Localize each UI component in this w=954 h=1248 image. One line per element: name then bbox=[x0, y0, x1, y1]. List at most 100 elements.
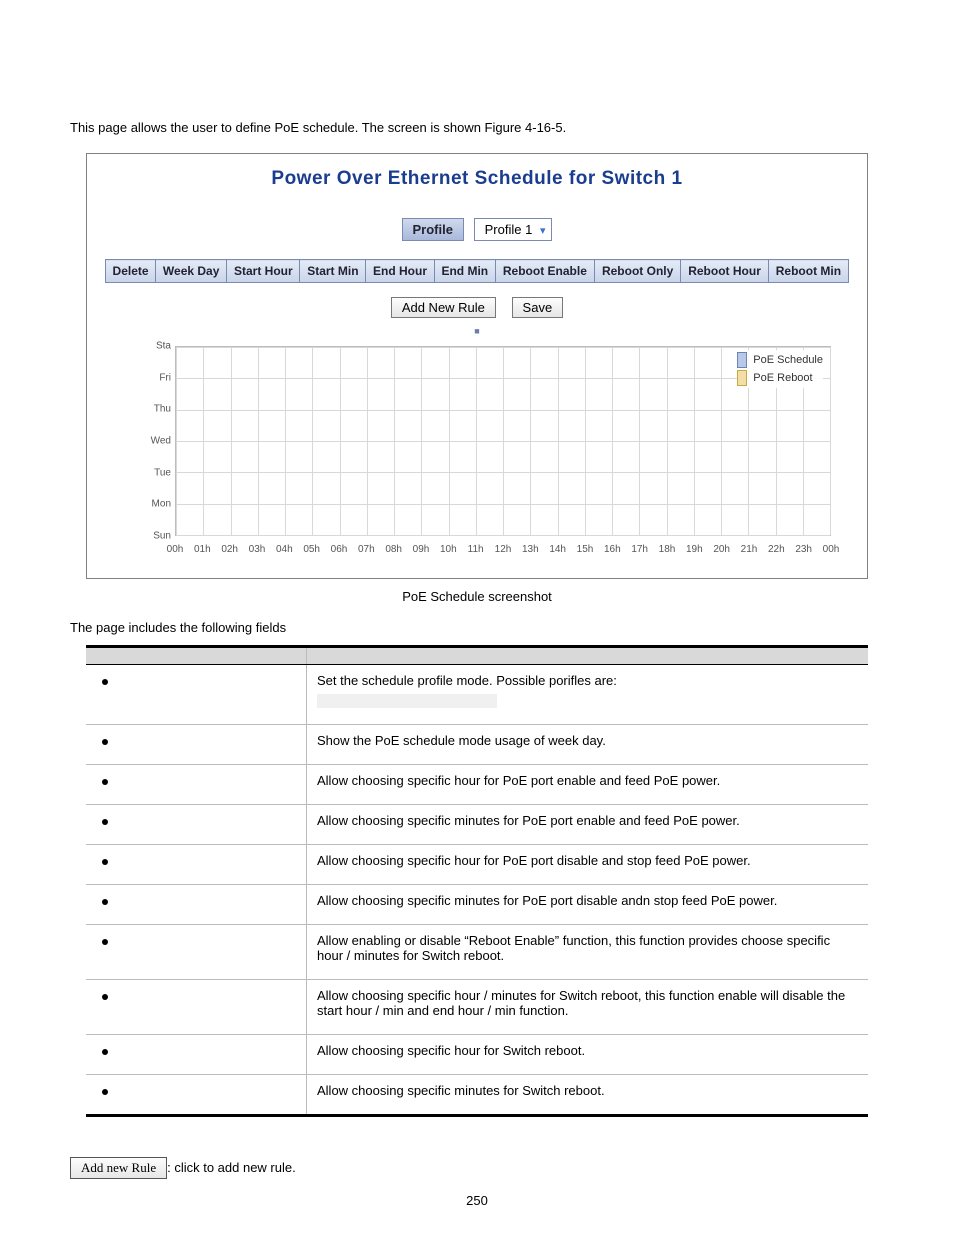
table-row: Allow enabling or disable “Reboot Enable… bbox=[86, 925, 868, 980]
x-tick: 20h bbox=[713, 544, 730, 555]
field-description: Show the PoE schedule mode usage of week… bbox=[317, 733, 858, 748]
x-tick: 19h bbox=[686, 544, 703, 555]
x-tick: 13h bbox=[522, 544, 539, 555]
x-tick: 08h bbox=[385, 544, 402, 555]
fields-intro: The page includes the following fields bbox=[70, 620, 884, 635]
column-header: Start Min bbox=[300, 260, 366, 283]
swatch-schedule-icon bbox=[737, 352, 747, 368]
profile-label: Profile bbox=[402, 218, 464, 241]
bullet-icon bbox=[102, 1049, 108, 1055]
x-tick: 11h bbox=[468, 544, 484, 555]
y-tick: Tue bbox=[154, 467, 171, 478]
x-tick: 07h bbox=[358, 544, 375, 555]
bullet-icon bbox=[102, 819, 108, 825]
y-tick: Fri bbox=[159, 372, 171, 383]
legend-schedule: PoE Schedule bbox=[753, 354, 823, 366]
bullet-icon bbox=[102, 1089, 108, 1095]
x-tick: 04h bbox=[276, 544, 293, 555]
field-description: Allow enabling or disable “Reboot Enable… bbox=[317, 933, 858, 963]
swatch-reboot-icon bbox=[737, 370, 747, 386]
chart-legend: PoE Schedule PoE Reboot bbox=[737, 350, 823, 388]
chevron-down-icon: ▾ bbox=[540, 225, 546, 237]
x-tick: 06h bbox=[331, 544, 348, 555]
bullet-icon bbox=[102, 779, 108, 785]
y-tick: Wed bbox=[151, 436, 171, 447]
field-description: Allow choosing specific minutes for Swit… bbox=[317, 1083, 858, 1098]
add-new-rule-sample-button[interactable]: Add new Rule bbox=[70, 1157, 167, 1179]
column-header: Reboot Only bbox=[595, 260, 681, 283]
table-row: Allow choosing specific hour for Switch … bbox=[86, 1035, 868, 1075]
x-tick: 00h bbox=[167, 544, 184, 555]
page-number: 250 bbox=[70, 1193, 884, 1208]
column-header: Reboot Min bbox=[768, 260, 848, 283]
field-description: Allow choosing specific minutes for PoE … bbox=[317, 813, 858, 828]
intro-text: This page allows the user to define PoE … bbox=[70, 120, 884, 135]
y-tick: Mon bbox=[152, 499, 171, 510]
bullet-icon bbox=[102, 939, 108, 945]
bullet-icon bbox=[102, 994, 108, 1000]
x-tick: 03h bbox=[249, 544, 266, 555]
schedule-chart: Sta Fri Thu Wed Tue Mon Sun 00h 01h 02h 03h 04h 05h… bbox=[145, 340, 841, 560]
table-row: Allow choosing specific hour for PoE por… bbox=[86, 845, 868, 885]
bullet-icon bbox=[102, 859, 108, 865]
profile-row: Profile Profile 1 ▾ bbox=[105, 218, 849, 241]
x-tick: 00h bbox=[823, 544, 840, 555]
field-description: Allow choosing specific hour for PoE por… bbox=[317, 773, 858, 788]
field-description: Set the schedule profile mode. Possible … bbox=[317, 673, 858, 688]
field-description: Allow choosing specific hour for PoE por… bbox=[317, 853, 858, 868]
column-header: Reboot Enable bbox=[495, 260, 594, 283]
panel-title: Power Over Ethernet Schedule for Switch … bbox=[105, 168, 849, 190]
x-tick: 01h bbox=[194, 544, 211, 555]
marker-icon: ■ bbox=[105, 326, 849, 336]
footer: Add new Rule: click to add new rule. bbox=[70, 1157, 884, 1179]
x-tick: 22h bbox=[768, 544, 785, 555]
figure-caption: PoE Schedule screenshot bbox=[70, 589, 884, 604]
x-tick: 10h bbox=[440, 544, 457, 555]
save-button[interactable]: Save bbox=[512, 297, 564, 318]
column-header: Start Hour bbox=[227, 260, 300, 283]
table-row: Allow choosing specific minutes for Swit… bbox=[86, 1075, 868, 1116]
column-header: End Hour bbox=[366, 260, 435, 283]
bullet-icon bbox=[102, 679, 108, 685]
x-tick: 23h bbox=[795, 544, 812, 555]
x-tick: 21h bbox=[741, 544, 758, 555]
x-tick: 12h bbox=[495, 544, 512, 555]
button-row: Add New Rule Save bbox=[105, 297, 849, 318]
blank-placeholder bbox=[317, 694, 497, 708]
column-header: Delete bbox=[106, 260, 156, 283]
column-header: End Min bbox=[434, 260, 495, 283]
x-tick: 05h bbox=[303, 544, 320, 555]
screenshot-panel: Power Over Ethernet Schedule for Switch … bbox=[86, 153, 868, 579]
x-tick: 14h bbox=[549, 544, 566, 555]
x-tick: 17h bbox=[631, 544, 648, 555]
column-header: Reboot Hour bbox=[681, 260, 769, 283]
y-tick: Sta bbox=[156, 341, 171, 352]
x-tick: 16h bbox=[604, 544, 621, 555]
footer-text: : click to add new rule. bbox=[167, 1160, 296, 1175]
y-tick: Sun bbox=[153, 531, 171, 542]
x-tick: 18h bbox=[659, 544, 676, 555]
profile-select[interactable]: Profile 1 ▾ bbox=[474, 218, 553, 241]
table-row: Allow choosing specific hour for PoE por… bbox=[86, 765, 868, 805]
column-header: Week Day bbox=[156, 260, 227, 283]
table-row: Allow choosing specific minutes for PoE … bbox=[86, 885, 868, 925]
bullet-icon bbox=[102, 899, 108, 905]
x-tick: 09h bbox=[413, 544, 430, 555]
field-description: Allow choosing specific minutes for PoE … bbox=[317, 893, 858, 908]
table-row: Show the PoE schedule mode usage of week… bbox=[86, 725, 868, 765]
x-tick: 02h bbox=[221, 544, 238, 555]
field-description: Allow choosing specific hour / minutes f… bbox=[317, 988, 858, 1018]
table-row: Set the schedule profile mode. Possible … bbox=[86, 665, 868, 725]
table-row: Allow choosing specific hour / minutes f… bbox=[86, 980, 868, 1035]
rules-table: DeleteWeek DayStart HourStart MinEnd Hou… bbox=[105, 259, 849, 283]
x-tick: 15h bbox=[577, 544, 594, 555]
add-new-rule-button[interactable]: Add New Rule bbox=[391, 297, 496, 318]
legend-reboot: PoE Reboot bbox=[753, 372, 812, 384]
table-row: Allow choosing specific minutes for PoE … bbox=[86, 805, 868, 845]
y-tick: Thu bbox=[154, 404, 171, 415]
document-page: This page allows the user to define PoE … bbox=[0, 0, 954, 1248]
field-description: Allow choosing specific hour for Switch … bbox=[317, 1043, 858, 1058]
bullet-icon bbox=[102, 739, 108, 745]
profile-value: Profile 1 bbox=[485, 222, 533, 237]
fields-table: Set the schedule profile mode. Possible … bbox=[86, 645, 868, 1117]
